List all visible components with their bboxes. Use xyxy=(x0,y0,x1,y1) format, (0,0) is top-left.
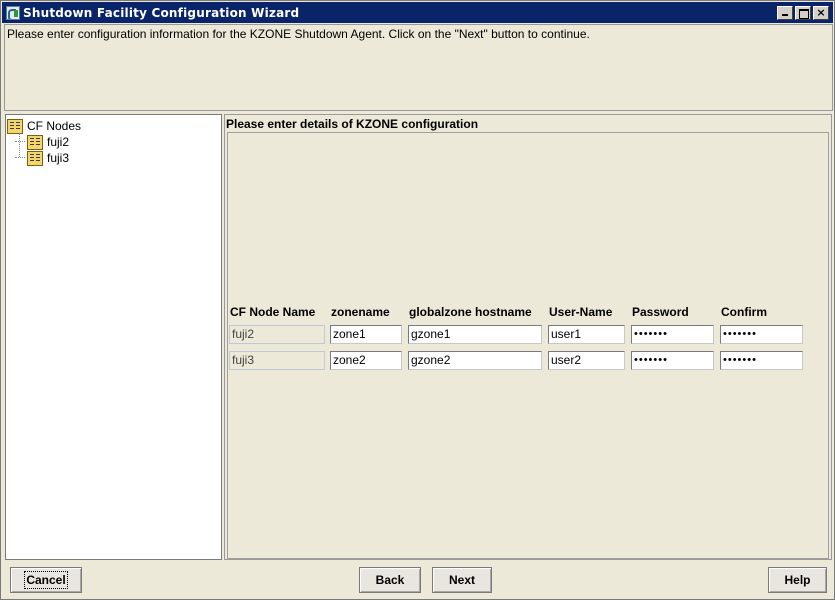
tree-root-label: CF Nodes xyxy=(27,119,82,133)
wizard-window: Shutdown Facility Configuration Wizard ×… xyxy=(0,0,835,600)
zonename-input[interactable]: zone1 xyxy=(330,325,402,344)
header-cf-node-name: CF Node Name xyxy=(230,305,316,319)
confirm-password-input[interactable]: ••••••• xyxy=(720,351,803,370)
app-icon xyxy=(6,5,20,20)
cancel-button-label: Cancel xyxy=(24,571,68,589)
config-form-area xyxy=(227,132,829,559)
server-node-icon xyxy=(27,150,43,166)
node-name-field: fuji2 xyxy=(229,325,325,344)
minimize-button[interactable] xyxy=(777,5,793,20)
globalzone-hostname-input[interactable]: gzone1 xyxy=(408,325,542,344)
back-button[interactable]: Back xyxy=(359,567,421,593)
maximize-button[interactable] xyxy=(795,5,811,20)
node-tree: CF Nodes fuji2 fuji3 xyxy=(5,114,222,560)
password-input[interactable]: ••••••• xyxy=(631,325,714,344)
tree-root-cf-nodes[interactable]: CF Nodes xyxy=(7,118,81,134)
tree-item-label: fuji2 xyxy=(47,135,70,149)
back-button-label: Back xyxy=(375,573,405,587)
header-user-name: User-Name xyxy=(549,305,613,319)
help-button-label: Help xyxy=(784,573,811,587)
zonename-input[interactable]: zone2 xyxy=(330,351,402,370)
header-zonename: zonename xyxy=(331,305,390,319)
server-node-icon xyxy=(7,118,23,134)
help-button[interactable]: Help xyxy=(768,567,827,593)
header-confirm: Confirm xyxy=(721,305,767,319)
confirm-password-input[interactable]: ••••••• xyxy=(720,325,803,344)
instructions-panel: Please enter configuration information f… xyxy=(4,24,833,111)
node-name-field: fuji3 xyxy=(229,351,325,370)
tree-item-fuji2[interactable]: fuji2 xyxy=(27,134,69,150)
tree-item-fuji3[interactable]: fuji3 xyxy=(27,150,69,166)
instructions-text: Please enter configuration information f… xyxy=(7,27,590,41)
globalzone-hostname-input[interactable]: gzone2 xyxy=(408,351,542,370)
user-name-input[interactable]: user2 xyxy=(548,351,625,370)
title-bar[interactable]: Shutdown Facility Configuration Wizard × xyxy=(2,2,833,23)
tree-connector xyxy=(19,133,20,157)
header-globalzone-hostname: globalzone hostname xyxy=(409,305,532,319)
server-node-icon xyxy=(27,134,43,150)
cancel-button[interactable]: Cancel xyxy=(10,567,82,593)
next-button[interactable]: Next xyxy=(432,567,492,593)
header-password: Password xyxy=(632,305,689,319)
section-title: Please enter details of KZONE configurat… xyxy=(226,117,479,131)
tree-item-label: fuji3 xyxy=(47,151,70,165)
user-name-input[interactable]: user1 xyxy=(548,325,625,344)
window-title: Shutdown Facility Configuration Wizard xyxy=(23,5,300,20)
tree-connector xyxy=(15,157,25,158)
password-input[interactable]: ••••••• xyxy=(631,351,714,370)
tree-connector xyxy=(15,141,25,142)
close-button[interactable]: × xyxy=(813,5,829,20)
next-button-label: Next xyxy=(448,573,475,587)
